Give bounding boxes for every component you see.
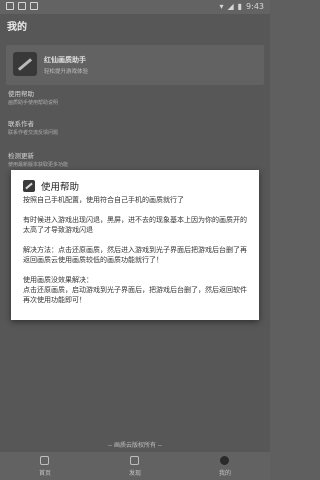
dialog-title: 使用帮助 (41, 182, 80, 193)
app-icon (23, 180, 35, 192)
dialog-header: 使用帮助 (23, 179, 79, 193)
dialog-message: 按照自己手机配置，使用符合自己手机的画质就行了 有时候进入游戏出现闪退，黑屏，进… (23, 196, 247, 304)
help-dialog: 使用帮助 按照自己手机配置，使用符合自己手机的画质就行了 有时候进入游戏出现闪退… (11, 170, 259, 320)
